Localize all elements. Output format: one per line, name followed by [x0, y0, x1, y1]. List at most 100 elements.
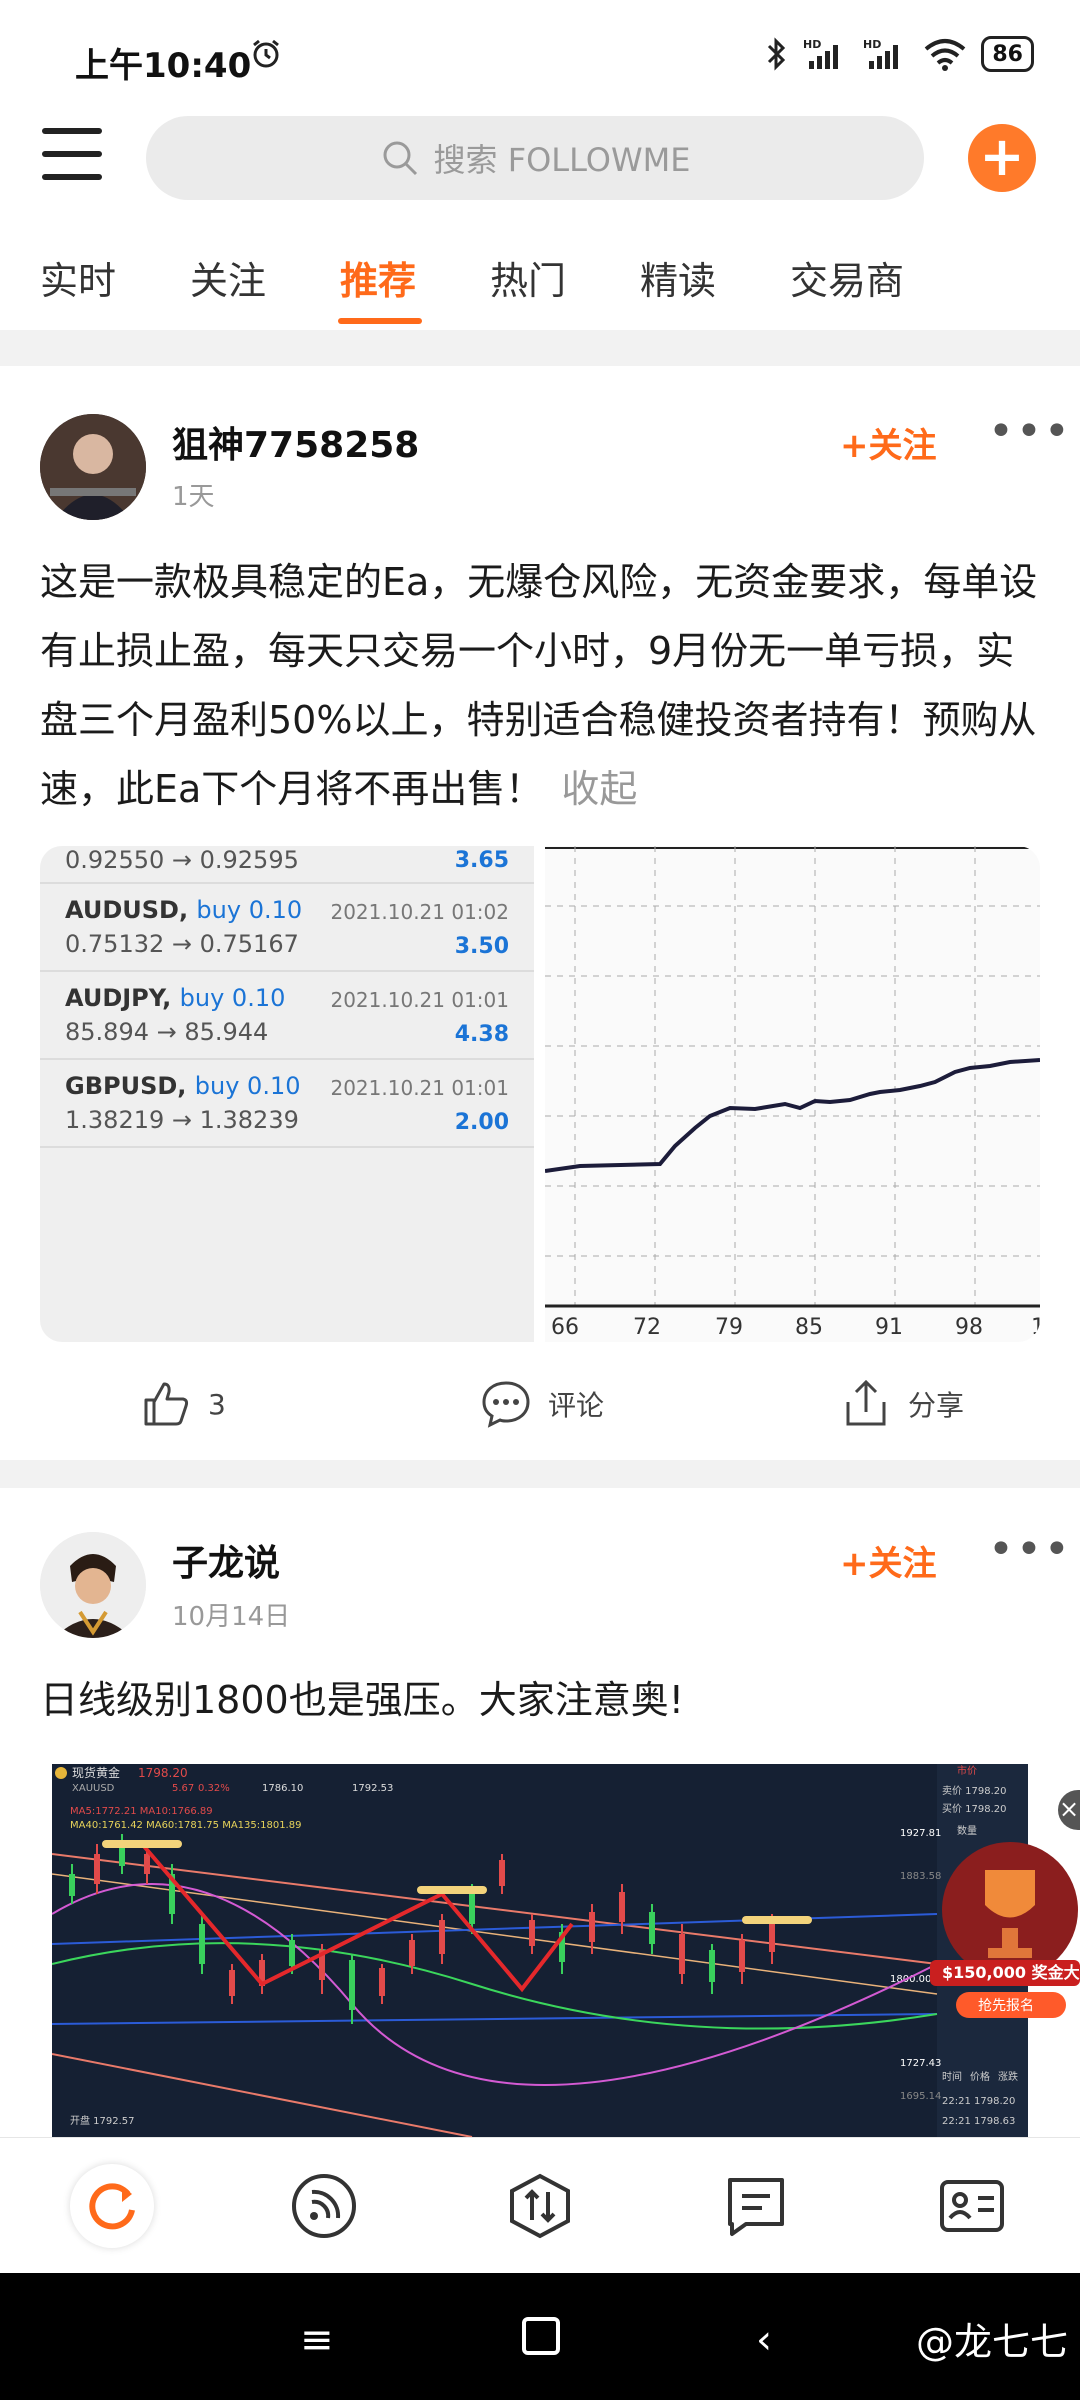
post-body: 日线级别1800也是强压。大家注意奥! [40, 1678, 684, 1722]
trade-pair: AUDUSD, buy 0.10 [65, 896, 303, 924]
svg-text:抢先报名: 抢先报名 [978, 1997, 1034, 2014]
gold-chart-image[interactable]: 现货黄金 1798.20 XAUUSD 5.67 0.32% 1786.10 1… [52, 1764, 1028, 2137]
svg-text:1927.81: 1927.81 [900, 1828, 941, 1839]
trade-profit: 3.65 [454, 848, 509, 873]
system-menu-icon[interactable]: ≡ [300, 2317, 334, 2363]
trade-price: 85.894 → 85.944 [65, 1018, 269, 1046]
trade-date: 2021.10.21 01:02 [330, 900, 509, 924]
svg-text:0.32%: 0.32% [198, 1783, 230, 1794]
author-name[interactable]: 子龙说 [172, 1534, 280, 1586]
equity-chart: 66 72 79 85 91 98 1 [545, 846, 1040, 1340]
svg-text:MA5:1772.21 MA10:1766.89: MA5:1772.21 MA10:1766.89 [70, 1806, 213, 1817]
post-actions: 3 评论 分享 [0, 1356, 1080, 1456]
menu-icon[interactable] [42, 128, 102, 184]
trade-row: 0.92550 → 0.92595 3.65 [40, 846, 534, 884]
svg-text:1695.14: 1695.14 [900, 2091, 941, 2102]
share-icon [846, 1379, 886, 1426]
status-bar: 上午10:40 HD HD 86 [0, 0, 1080, 110]
divider [0, 330, 1080, 366]
author-name[interactable]: 狙神7758258 [172, 416, 419, 468]
svg-text:5.67: 5.67 [172, 1783, 194, 1794]
tab-bar: 实时 关注 推荐 热门 精读 交易商 [0, 210, 1080, 331]
tab-featured[interactable]: 精读 [640, 250, 716, 305]
svg-text:MA40:1761.42 MA60:1781.75 MA: MA40:1761.42 MA60:1781.75 MA135:1801.89 [70, 1820, 301, 1831]
post-time: 10月14日 [172, 1602, 291, 1632]
trade-list-image[interactable]: 0.92550 → 0.92595 3.65 AUDUSD, buy 0.10 … [40, 846, 534, 1342]
create-post-button[interactable]: + [968, 124, 1036, 192]
post-time: 1天 [172, 482, 215, 512]
trade-price: 1.38219 → 1.38239 [65, 1106, 299, 1134]
svg-text:市价: 市价 [957, 1764, 977, 1777]
trade-date: 2021.10.21 01:01 [330, 1076, 509, 1100]
svg-text:HD: HD [863, 38, 881, 51]
trade-date: 2021.10.21 01:01 [330, 988, 509, 1012]
trophy-promo: $150,000 奖金大 抢先报名 [930, 1842, 1080, 2018]
comment-button[interactable]: 评论 [480, 1378, 604, 1430]
tab-recommended[interactable]: 推荐 [340, 250, 416, 305]
tab-following[interactable]: 关注 [190, 250, 266, 305]
message-icon [728, 2178, 784, 2236]
divider [0, 1460, 1080, 1488]
trade-button[interactable] [506, 2172, 574, 2240]
axis-tick: 66 [551, 1315, 579, 1340]
thumbs-up-icon [144, 1382, 189, 1426]
tab-brokers[interactable]: 交易商 [790, 250, 904, 305]
status-time: 上午10:40 [75, 46, 252, 86]
bluetooth-icon [768, 37, 786, 71]
trade-arrows-icon [510, 2173, 570, 2239]
profile-button[interactable] [938, 2172, 1006, 2240]
comment-label: 评论 [548, 1389, 605, 1422]
svg-text:时间: 时间 [942, 2070, 962, 2083]
axis-tick: 85 [795, 1315, 823, 1340]
trade-profit: 4.38 [454, 1022, 509, 1047]
comment-icon [482, 1381, 530, 1428]
svg-text:1727.43: 1727.43 [900, 2058, 941, 2069]
refresh-icon [89, 2183, 135, 2230]
watermark: @龙七七 [915, 2320, 1068, 2364]
gold-candlestick-chart: 现货黄金 1798.20 XAUUSD 5.67 0.32% 1786.10 1… [52, 1764, 1028, 2137]
feed-button[interactable] [290, 2172, 358, 2240]
axis-tick: 98 [955, 1315, 983, 1340]
promo-badge[interactable]: $150,000 奖金大 抢先报名 [930, 1840, 1080, 2030]
like-button[interactable]: 3 [140, 1378, 226, 1430]
search-placeholder: 搜索 FOLLOWME [433, 141, 691, 179]
post-body: 这是一款极具稳定的Ea，无爆仓风险，无资金要求，每单设有止损止盈，每天只交易一个… [40, 560, 1038, 811]
rss-icon [292, 2174, 356, 2238]
collapse-link[interactable]: 收起 [561, 767, 637, 811]
axis-tick: 79 [715, 1315, 743, 1340]
share-label: 分享 [908, 1389, 965, 1422]
messages-button[interactable] [722, 2172, 790, 2240]
system-home-icon[interactable] [522, 2317, 560, 2355]
svg-text:1792.53: 1792.53 [352, 1783, 393, 1794]
battery-indicator: 86 [981, 36, 1034, 72]
trade-pair: AUDJPY, buy 0.10 [65, 984, 286, 1012]
trade-price: 0.92550 → 0.92595 [65, 846, 299, 874]
more-options-icon[interactable]: ••• [988, 406, 1072, 457]
svg-text:数量: 数量 [957, 1824, 977, 1837]
trade-row: AUDUSD, buy 0.10 2021.10.21 01:02 0.7513… [40, 884, 534, 972]
trade-profit: 2.00 [454, 1110, 509, 1135]
axis-tick: 91 [875, 1315, 903, 1340]
tab-realtime[interactable]: 实时 [40, 250, 116, 305]
like-count: 3 [208, 1387, 226, 1421]
axis-tick: 72 [633, 1315, 661, 1340]
follow-button[interactable]: +关注 [840, 418, 937, 467]
search-input[interactable]: 搜索 FOLLOWME [146, 116, 924, 200]
tab-hot[interactable]: 热门 [490, 250, 566, 305]
svg-text:$150,000 奖金大: $150,000 奖金大 [942, 1963, 1080, 1982]
wifi-icon [925, 39, 966, 71]
alarm-icon [253, 39, 279, 68]
signal-icon: HD [803, 38, 839, 69]
share-button[interactable]: 分享 [840, 1378, 964, 1430]
svg-text:价格: 价格 [970, 2070, 990, 2083]
more-options-icon[interactable]: ••• [988, 1524, 1072, 1575]
follow-button[interactable]: +关注 [840, 1536, 937, 1585]
svg-text:开盘 1792.57: 开盘 1792.57 [70, 2114, 135, 2127]
equity-chart-image[interactable]: 66 72 79 85 91 98 1 [545, 846, 1040, 1342]
avatar[interactable] [40, 1532, 146, 1638]
refresh-button[interactable] [70, 2164, 154, 2248]
system-back-icon[interactable]: ‹ [756, 2317, 772, 2363]
signal-icon-2: HD [863, 38, 899, 69]
avatar[interactable] [40, 414, 146, 520]
svg-text:22:21 1798.20: 22:21 1798.20 [942, 2096, 1015, 2107]
